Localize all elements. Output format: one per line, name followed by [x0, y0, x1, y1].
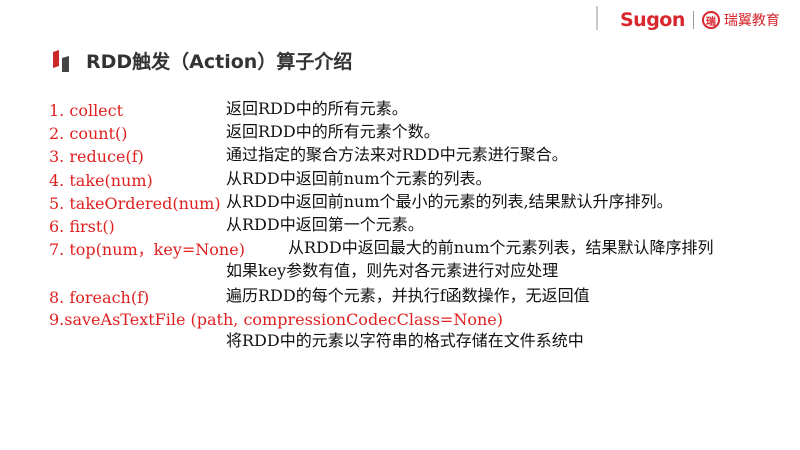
fn-foreach: 8. foreach(f)	[49, 288, 150, 307]
header-divider	[596, 6, 598, 30]
desc-top-line2: 如果key参数有值，则先对各元素进行对应处理	[226, 261, 559, 280]
desc-first: 从RDD中返回第一个元素。	[226, 215, 424, 234]
fn-top: 7. top(num，key=None)	[49, 240, 245, 259]
desc-foreach: 遍历RDD的每个元素，并执行f函数操作，无返回值	[226, 286, 590, 305]
fn-saveastextfile: 9.saveAsTextFile (path, compressionCodec…	[49, 310, 503, 329]
brand-logo: Sugon 瑞 瑞翼教育	[620, 9, 780, 31]
desc-reduce: 通过指定的聚合方法来对RDD中元素进行聚合。	[226, 145, 568, 164]
fn-count: 2. count()	[49, 124, 128, 143]
page-title: RDD触发（Action）算子介绍	[86, 51, 353, 73]
title-bullet-icon	[53, 50, 69, 72]
fn-take: 4. take(num)	[49, 171, 153, 190]
fn-takeordered: 5. takeOrdered(num)	[49, 194, 221, 213]
logo-separator	[692, 11, 694, 29]
fn-first: 6. first()	[49, 217, 115, 236]
desc-collect: 返回RDD中的所有元素。	[226, 99, 408, 118]
desc-takeordered: 从RDD中返回前num个最小的元素的列表,结果默认升序排列。	[226, 192, 673, 211]
desc-count: 返回RDD中的所有元素个数。	[226, 122, 440, 141]
fn-reduce: 3. reduce(f)	[49, 147, 144, 166]
partner-logo-icon: 瑞	[701, 11, 720, 29]
sugon-logo-text: Sugon	[620, 9, 685, 31]
desc-saveastextfile: 将RDD中的元素以字符串的格式存储在文件系统中	[226, 331, 584, 350]
fn-collect: 1. collect	[49, 101, 124, 120]
desc-take: 从RDD中返回前num个元素的列表。	[226, 169, 492, 188]
desc-top: 从RDD中返回最大的前num个元素列表，结果默认降序排列	[288, 238, 714, 257]
partner-logo-text: 瑞翼教育	[723, 13, 780, 29]
